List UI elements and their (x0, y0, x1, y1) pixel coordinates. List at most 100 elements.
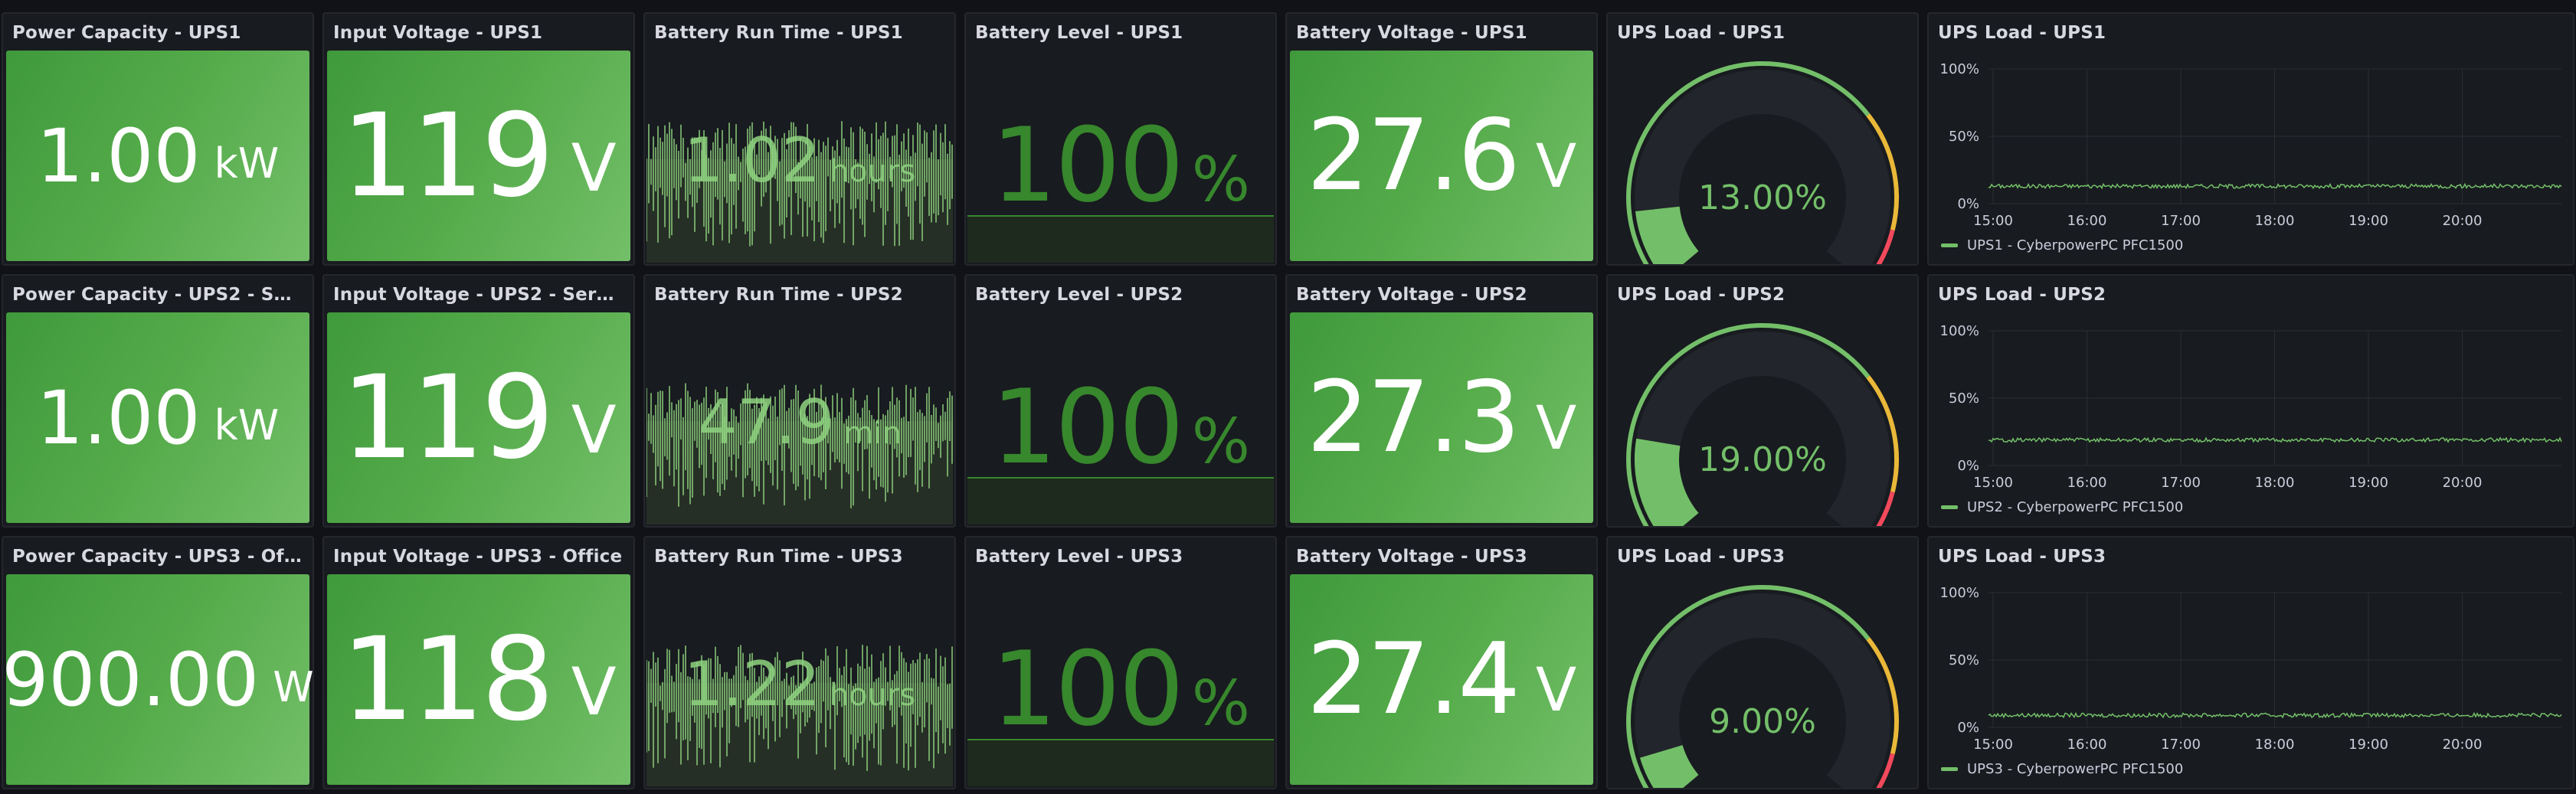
battery-voltage-value: 27.4 (1306, 622, 1520, 737)
x-tick-label: 19:00 (2349, 213, 2388, 229)
input-voltage-panel[interactable]: Input Voltage - UPS1 119 V (322, 12, 635, 266)
panel-title[interactable]: Input Voltage - UPS3 - Office (333, 547, 624, 567)
battery-level-panel[interactable]: Battery Level - UPS1 100% (964, 12, 1277, 266)
load-timeseries-chart: 100% 50% 0%15:00 16:00 17:00 18:00 19:00 20:00 (1940, 61, 2562, 229)
y-tick-label: 50% (1949, 390, 1979, 407)
input-voltage-value: 119 (341, 351, 554, 485)
input-voltage-panel[interactable]: Input Voltage - UPS2 - Server R... 119V (322, 274, 635, 528)
power-capacity-panel[interactable]: Power Capacity - UPS2 - Serve... 1.00 kW (2, 274, 314, 528)
battery-voltage-panel[interactable]: Battery Voltage - UPS2 27.3 V (1285, 274, 1598, 528)
battery-voltage-value: 27.6 (1306, 99, 1520, 213)
panel-title[interactable]: Battery Run Time - UPS2 (654, 285, 945, 305)
runtime-stat: 47.9 min (645, 387, 954, 458)
x-tick-label: 18:00 (2255, 213, 2295, 229)
input-voltage-panel[interactable]: Input Voltage - UPS3 - Office 118 V (322, 536, 635, 789)
power-capacity-stat: 1.00 kW (6, 312, 309, 523)
panel-title[interactable]: Battery Run Time - UPS1 (654, 23, 945, 43)
gauge-value-text: 19.00% (1698, 440, 1827, 479)
panel-title[interactable]: Power Capacity - UPS1 (12, 23, 303, 43)
battery-level-unit: % (1191, 668, 1250, 739)
ups-load-gauge-panel[interactable]: UPS Load - UPS1 13.00% (1606, 12, 1919, 266)
x-tick-label: 16:00 (2067, 737, 2107, 753)
panel-title[interactable]: Battery Level - UPS1 (975, 23, 1266, 43)
runtime-stat: 1.02 hours (645, 125, 954, 196)
runtime-stat: 1.22 hours (645, 649, 954, 720)
battery-level-panel[interactable]: Battery Level - UPS3 100% (964, 536, 1277, 789)
load-gauge: 9.00% (1626, 585, 1899, 788)
gauge-value-arc (1635, 438, 1700, 526)
power-capacity-panel[interactable]: Power Capacity - UPS3 - Office 900.00 W (2, 536, 314, 789)
battery-level-area (967, 739, 1274, 786)
battery-voltage-panel[interactable]: Battery Voltage - UPS3 27.4 V (1285, 536, 1598, 789)
legend-item[interactable]: UPS3 - CyberpowerPC PFC1500 (1941, 761, 2183, 777)
runtime-value: 1.22 (683, 649, 820, 720)
battery-voltage-stat: 27.4 V (1290, 574, 1593, 785)
ups-load-gauge-panel[interactable]: UPS Load - UPS2 19.00% (1606, 274, 1919, 528)
x-tick-label: 20:00 (2443, 213, 2483, 229)
y-tick-label: 0% (1957, 720, 1979, 736)
panel-title[interactable]: Input Voltage - UPS1 (333, 23, 624, 43)
load-gauge: 19.00% (1626, 323, 1899, 526)
panel-title[interactable]: Battery Run Time - UPS3 (654, 547, 945, 567)
x-tick-label: 16:00 (2067, 475, 2107, 491)
x-tick-label: 15:00 (1973, 475, 2013, 491)
battery-runtime-panel[interactable]: Battery Run Time - UPS2 47.9 min (643, 274, 956, 528)
x-tick-label: 16:00 (2067, 213, 2107, 229)
input-voltage-value: 118 (341, 613, 554, 747)
panel-title[interactable]: Power Capacity - UPS2 - Serve... (12, 285, 303, 305)
battery-voltage-stat: 27.6 V (1290, 51, 1593, 261)
battery-level-stat: 100% (966, 629, 1275, 749)
battery-level-stat: 100% (966, 106, 1275, 225)
y-tick-label: 0% (1957, 458, 1979, 474)
x-tick-label: 20:00 (2443, 737, 2483, 753)
legend-swatch (1941, 767, 1958, 771)
input-voltage-unit: V (571, 391, 617, 469)
input-voltage-value: 119 (341, 89, 554, 223)
legend-item[interactable]: UPS1 - CyberpowerPC PFC1500 (1941, 237, 2183, 253)
x-tick-label: 18:00 (2255, 475, 2295, 491)
battery-level-unit: % (1191, 406, 1250, 477)
battery-runtime-panel[interactable]: Battery Run Time - UPS3 1.22 hours (643, 536, 956, 789)
power-capacity-panel[interactable]: Power Capacity - UPS1 1.00 kW (2, 12, 314, 266)
gauge-value-arc (1639, 744, 1700, 788)
legend-item[interactable]: UPS2 - CyberpowerPC PFC1500 (1941, 499, 2183, 515)
battery-level-unit: % (1191, 144, 1250, 215)
battery-runtime-panel[interactable]: Battery Run Time - UPS1 1.02 hours (643, 12, 956, 266)
panel-title[interactable]: Battery Voltage - UPS1 (1296, 23, 1587, 43)
input-voltage-stat: 119 V (327, 312, 630, 523)
load-timeseries-chart: 100% 50% 0%15:00 16:00 17:00 18:00 19:00 20:00 (1940, 323, 2562, 491)
panel-title[interactable]: Battery Voltage - UPS3 (1296, 547, 1587, 567)
legend-swatch (1941, 505, 1958, 509)
panel-title[interactable]: Input Voltage - UPS2 - Server R... (333, 285, 624, 305)
power-capacity-value: 1.00 (36, 374, 201, 461)
power-capacity-stat: 900.00 W (3, 574, 313, 785)
power-capacity-value: 900.00 (2, 636, 260, 723)
panel-title[interactable]: Battery Level - UPS3 (975, 547, 1266, 567)
runtime-value: 47.9 (698, 387, 835, 458)
battery-voltage-stat: 27.3 V (1290, 312, 1593, 523)
battery-level-value: 100 (991, 106, 1184, 225)
battery-voltage-panel[interactable]: Battery Voltage - UPS1 27.6 V (1285, 12, 1598, 266)
load-gauge: 13.00% (1626, 61, 1899, 264)
ups-load-timeseries-panel[interactable]: UPS Load - UPS2 100% 50% 0% 15:00 16:00 17:00 1… (1927, 274, 2574, 528)
battery-level-panel[interactable]: Battery Level - UPS2 100% (964, 274, 1277, 528)
input-voltage-unit: V (571, 653, 617, 730)
ups-load-gauge-panel[interactable]: UPS Load - UPS3 9.00% (1606, 536, 1919, 789)
panel-title[interactable]: Battery Level - UPS2 (975, 285, 1266, 305)
y-tick-label: 50% (1949, 652, 1979, 668)
ups-load-timeseries-panel[interactable]: UPS Load - UPS3 100% 50% 0% 15:00 16:00 17:00 1… (1927, 536, 2574, 789)
gauge-value-text: 13.00% (1698, 178, 1827, 217)
x-tick-label: 17:00 (2161, 213, 2201, 229)
input-voltage-stat: 119 V (327, 51, 630, 261)
panel-title[interactable]: Power Capacity - UPS3 - Office (12, 547, 303, 567)
panel-title[interactable]: Battery Voltage - UPS2 (1296, 285, 1587, 305)
y-tick-label: 100% (1940, 61, 1979, 77)
x-tick-label: 18:00 (2255, 737, 2295, 753)
ups-load-timeseries-panel[interactable]: UPS Load - UPS1 100% 50% 0% 15:00 16:00 17:00 1… (1927, 12, 2574, 266)
x-tick-label: 19:00 (2349, 475, 2388, 491)
y-tick-label: 0% (1957, 196, 1979, 212)
runtime-unit: hours (829, 154, 916, 189)
load-timeseries-chart: 100% 50% 0%15:00 16:00 17:00 18:00 19:00 20:00 (1940, 585, 2562, 753)
input-voltage-stat: 118 V (327, 574, 630, 785)
battery-level-area (967, 477, 1274, 524)
